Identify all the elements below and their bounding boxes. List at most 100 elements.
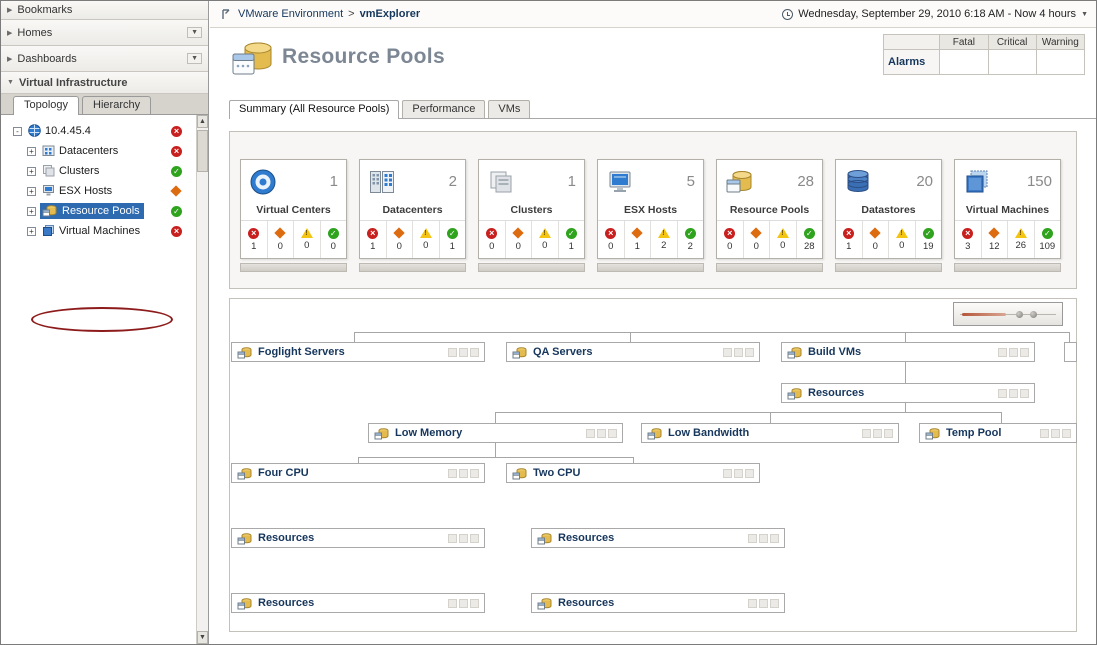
pool-node-temp-pool[interactable]: Temp Pool bbox=[919, 423, 1077, 443]
critical-count-cell[interactable]: 1 bbox=[624, 221, 651, 258]
tile-virtual-machines[interactable]: 150 Virtual Machines 3 12 26 109 bbox=[954, 159, 1061, 259]
slider-knob[interactable] bbox=[1016, 311, 1023, 318]
normal-count-cell[interactable]: 1 bbox=[558, 221, 585, 258]
warning-count-cell[interactable]: 0 bbox=[412, 221, 439, 258]
tile-virtual-centers[interactable]: 1 Virtual Centers 1 0 0 0 bbox=[240, 159, 347, 259]
sidebar-section-virtual-infrastructure[interactable]: ▼ Virtual Infrastructure bbox=[1, 72, 208, 94]
tile-datacenters[interactable]: 2 Datacenters 1 0 0 1 bbox=[359, 159, 466, 259]
critical-count-cell[interactable]: 0 bbox=[386, 221, 413, 258]
pool-node-four-cpu[interactable]: Four CPU bbox=[231, 463, 485, 483]
scrollbar-thumb[interactable] bbox=[197, 130, 208, 172]
pool-node-qa-servers[interactable]: QA Servers bbox=[506, 342, 760, 362]
tile-datastores[interactable]: 20 Datastores 1 0 0 19 bbox=[835, 159, 942, 259]
slider-knob[interactable] bbox=[1030, 311, 1037, 318]
tile-scroll-strip bbox=[597, 263, 704, 272]
tile-esx-hosts[interactable]: 5 ESX Hosts 0 1 2 2 bbox=[597, 159, 704, 259]
sidebar-section-dashboards[interactable]: ▶ Dashboards ▼ bbox=[1, 46, 208, 72]
sidebar-section-label: Dashboards bbox=[17, 53, 76, 65]
breadcrumb-separator: > bbox=[348, 8, 354, 20]
tree-item-resource-pools[interactable]: + Resource Pools bbox=[1, 201, 208, 221]
zoom-slider[interactable] bbox=[953, 302, 1063, 326]
fatal-count-cell[interactable]: 1 bbox=[241, 221, 267, 258]
scroll-down-arrow[interactable]: ▼ bbox=[197, 631, 208, 644]
chevron-down-icon[interactable]: ▼ bbox=[187, 27, 202, 38]
warning-count-cell[interactable]: 2 bbox=[650, 221, 677, 258]
status-placeholder bbox=[734, 469, 743, 478]
slider-needle[interactable] bbox=[962, 313, 1006, 316]
normal-count-cell[interactable]: 0 bbox=[320, 221, 347, 258]
normal-count-cell[interactable]: 2 bbox=[677, 221, 704, 258]
tree-expander-icon[interactable]: + bbox=[27, 187, 36, 196]
normal-count-cell[interactable]: 1 bbox=[439, 221, 466, 258]
warning-count-cell[interactable]: 0 bbox=[531, 221, 558, 258]
pool-node-low-bandwidth[interactable]: Low Bandwidth bbox=[641, 423, 899, 443]
tree-item-datacenters[interactable]: + Datacenters bbox=[1, 141, 208, 161]
pool-node-resources[interactable]: Resources bbox=[531, 593, 785, 613]
normal-count-cell[interactable]: 109 bbox=[1034, 221, 1061, 258]
time-range-selector[interactable]: Wednesday, September 29, 2010 6:18 AM - … bbox=[782, 8, 1088, 20]
sidebar-scrollbar[interactable]: ▲ ▼ bbox=[196, 115, 208, 644]
tree-expander-icon[interactable]: + bbox=[27, 227, 36, 236]
normal-count-cell[interactable]: 19 bbox=[915, 221, 942, 258]
normal-count-cell[interactable]: 28 bbox=[796, 221, 823, 258]
pool-node-low-memory[interactable]: Low Memory bbox=[368, 423, 623, 443]
tree-item-virtual-machines[interactable]: + Virtual Machines bbox=[1, 221, 208, 241]
tab-hierarchy[interactable]: Hierarchy bbox=[82, 96, 151, 114]
pool-node-resources[interactable]: Resources bbox=[231, 528, 485, 548]
main-area: VMware Environment > vmExplorer Wednesda… bbox=[210, 1, 1097, 644]
warning-count-cell[interactable]: 0 bbox=[769, 221, 796, 258]
connector-line bbox=[495, 412, 496, 423]
tile-count: 1 bbox=[568, 173, 576, 190]
fatal-count-cell[interactable]: 0 bbox=[598, 221, 624, 258]
pool-node-clipped[interactable] bbox=[1064, 342, 1077, 362]
fatal-count-cell[interactable]: 1 bbox=[836, 221, 862, 258]
fatal-count-cell[interactable]: 3 bbox=[955, 221, 981, 258]
warning-count-cell[interactable]: 26 bbox=[1007, 221, 1034, 258]
critical-count-cell[interactable]: 0 bbox=[267, 221, 294, 258]
tree-item-clusters[interactable]: + Clusters bbox=[1, 161, 208, 181]
critical-count-cell[interactable]: 0 bbox=[862, 221, 889, 258]
breadcrumb-root[interactable]: VMware Environment bbox=[238, 8, 343, 20]
fatal-count-cell[interactable]: 0 bbox=[479, 221, 505, 258]
status-normal-icon bbox=[171, 166, 182, 177]
fatal-count-cell[interactable]: 1 bbox=[360, 221, 386, 258]
tree-expander-icon[interactable]: - bbox=[13, 127, 22, 136]
cluster-icon bbox=[42, 164, 55, 177]
critical-count-cell[interactable]: 12 bbox=[981, 221, 1008, 258]
warning-count-cell[interactable]: 0 bbox=[293, 221, 320, 258]
critical-count-cell[interactable]: 0 bbox=[743, 221, 770, 258]
pool-node-resources[interactable]: Resources bbox=[781, 383, 1035, 403]
fatal-count-cell[interactable]: 0 bbox=[717, 221, 743, 258]
tile-clusters[interactable]: 1 Clusters 0 0 0 1 bbox=[478, 159, 585, 259]
connector-line bbox=[630, 332, 631, 342]
tile-resource-pools[interactable]: 28 Resource Pools 0 0 0 28 bbox=[716, 159, 823, 259]
scroll-up-arrow[interactable]: ▲ bbox=[197, 115, 208, 128]
tree-expander-icon[interactable]: + bbox=[27, 167, 36, 176]
sidebar-section-bookmarks[interactable]: ▶ Bookmarks bbox=[1, 1, 208, 20]
tree-expander-icon[interactable]: + bbox=[27, 147, 36, 156]
datacenters-icon bbox=[367, 167, 397, 197]
tab-performance[interactable]: Performance bbox=[402, 100, 485, 118]
pool-node-build-vms[interactable]: Build VMs bbox=[781, 342, 1035, 362]
critical-count-cell[interactable]: 0 bbox=[505, 221, 532, 258]
x-circle-icon bbox=[962, 228, 973, 239]
warning-count-cell[interactable]: 0 bbox=[888, 221, 915, 258]
chevron-right-icon: ▶ bbox=[7, 55, 12, 63]
tile-label: Datastores bbox=[836, 204, 941, 220]
pool-node-two-cpu[interactable]: Two CPU bbox=[506, 463, 760, 483]
tab-vms[interactable]: VMs bbox=[488, 100, 530, 118]
diamond-icon bbox=[275, 227, 286, 238]
status-placeholder bbox=[586, 429, 595, 438]
alarms-warning-cell bbox=[1036, 50, 1084, 75]
chevron-down-icon[interactable]: ▼ bbox=[187, 53, 202, 64]
tree-item-esx-hosts[interactable]: + ESX Hosts bbox=[1, 181, 208, 201]
tree-expander-icon[interactable]: + bbox=[27, 207, 36, 216]
status-placeholder bbox=[723, 469, 732, 478]
tab-topology[interactable]: Topology bbox=[13, 96, 79, 115]
sidebar-section-homes[interactable]: ▶ Homes ▼ bbox=[1, 20, 208, 46]
pool-node-foglight-servers[interactable]: Foglight Servers bbox=[231, 342, 485, 362]
tree-item-virtual-center[interactable]: - 10.4.45.4 bbox=[1, 121, 208, 141]
pool-node-resources[interactable]: Resources bbox=[231, 593, 485, 613]
tab-summary[interactable]: Summary (All Resource Pools) bbox=[229, 100, 399, 119]
pool-node-resources[interactable]: Resources bbox=[531, 528, 785, 548]
